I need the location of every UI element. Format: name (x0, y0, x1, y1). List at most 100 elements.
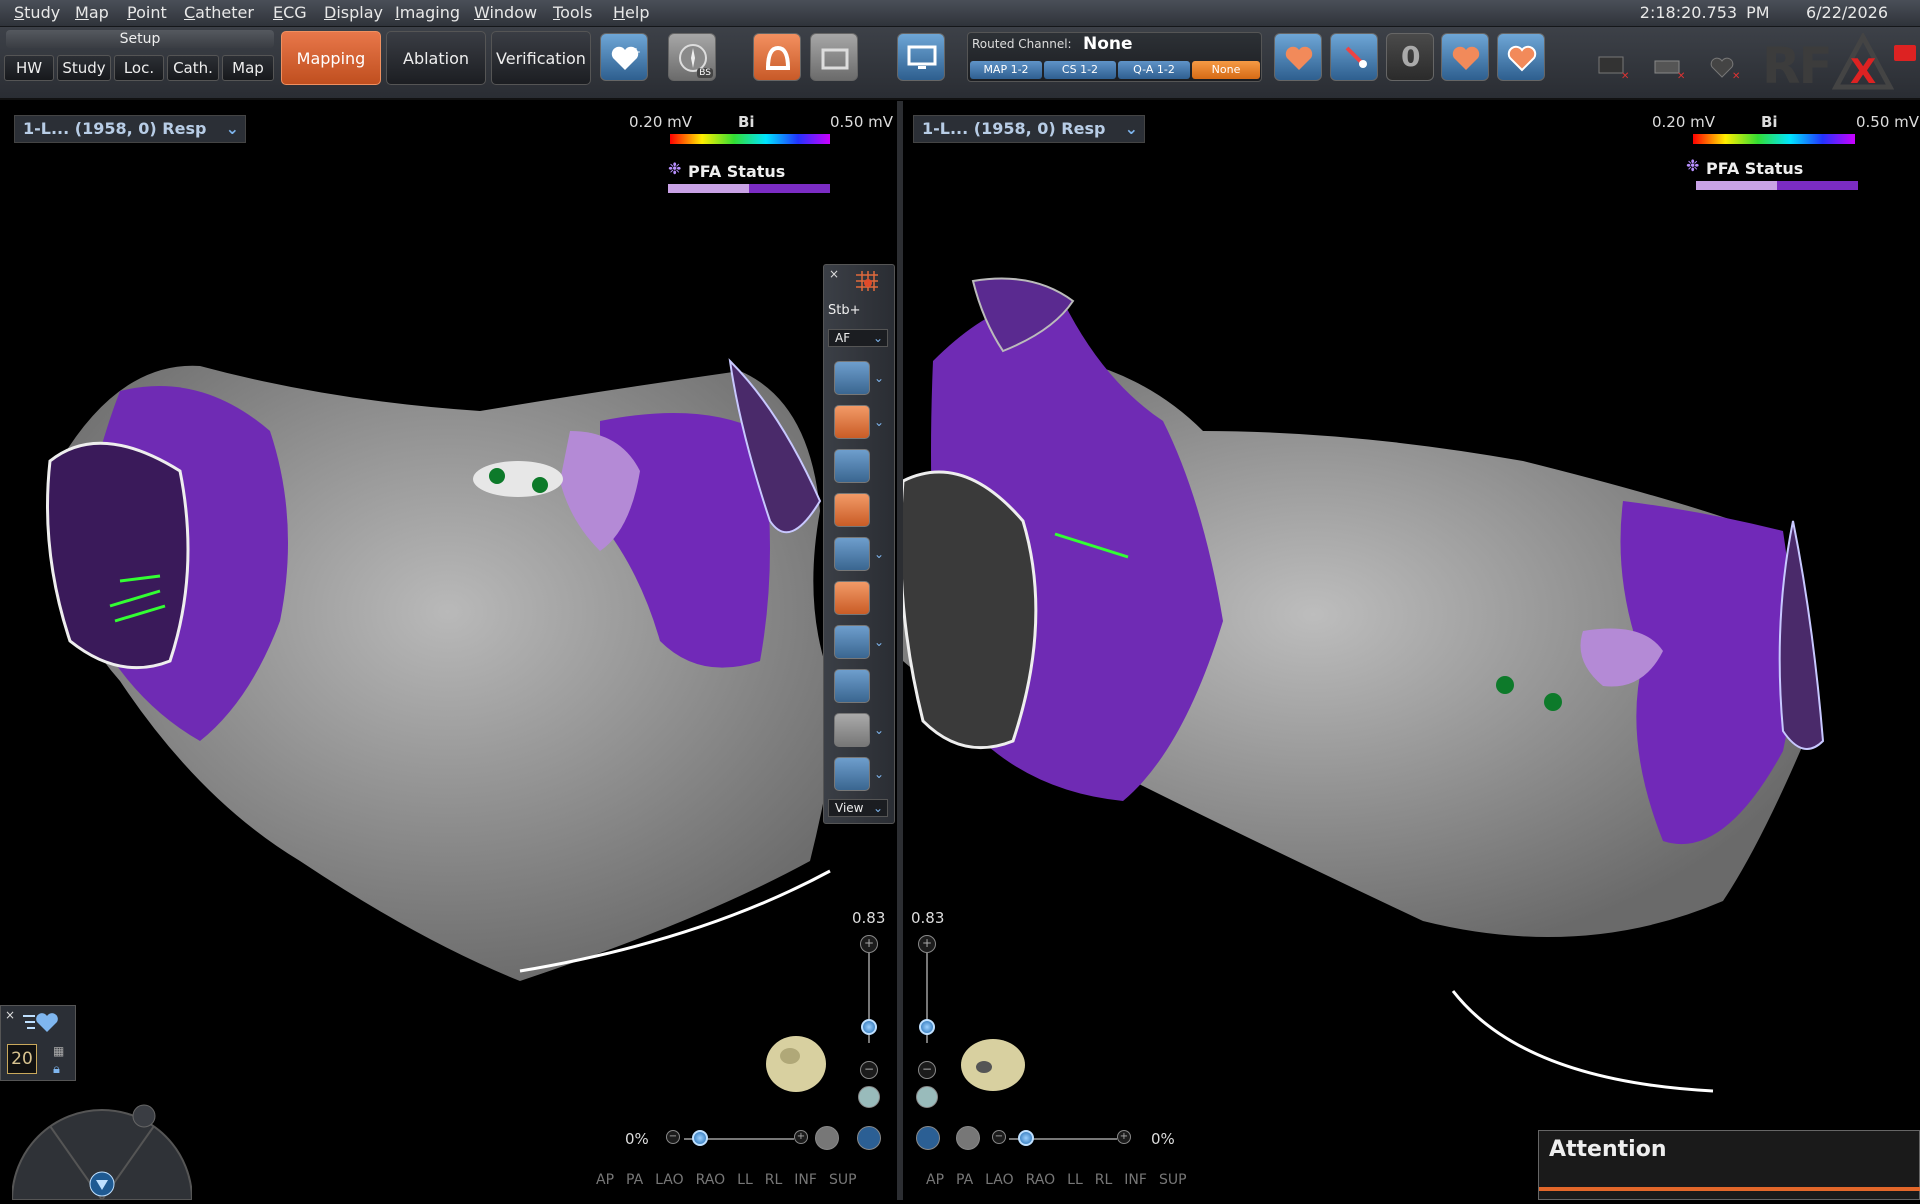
channel-none-button[interactable]: None (1192, 61, 1260, 79)
color-map-icon[interactable] (834, 405, 870, 439)
opacity-increase-button[interactable]: + (1117, 1130, 1131, 1144)
view-select[interactable]: View ⌄ (828, 799, 888, 817)
rotate-view-icon[interactable] (857, 1126, 881, 1150)
chevron-down-icon[interactable]: ⌄ (874, 767, 884, 781)
menu-tools[interactable]: Tools (553, 3, 592, 22)
mode-verification-button[interactable]: Verification (491, 31, 591, 85)
menu-window[interactable]: Window (474, 3, 537, 22)
orientation-heart-icon[interactable] (958, 1033, 1028, 1095)
heart-reset-icon[interactable] (916, 1086, 938, 1108)
transparency-icon[interactable] (956, 1126, 980, 1150)
snapshot-icon[interactable] (810, 33, 858, 81)
zoom-slider-knob[interactable] (861, 1019, 877, 1035)
right-anatomy-render[interactable] (903, 101, 1920, 1200)
view-sup[interactable]: SUP (829, 1172, 857, 1188)
menu-ecg[interactable]: ECG (273, 3, 307, 22)
view-rao[interactable]: RAO (696, 1172, 726, 1188)
view-ll[interactable]: LL (737, 1172, 753, 1188)
zoom-slider-knob[interactable] (919, 1019, 935, 1035)
dot-grid-icon[interactable] (834, 537, 870, 571)
transparency-icon[interactable] (815, 1126, 839, 1150)
right-map-viewport[interactable]: 1-L... (1958, 0) Resp ⌄ 0.20 mV Bi 0.50 … (903, 101, 1920, 1200)
ruler-icon[interactable] (834, 757, 870, 791)
navigation-wheel[interactable] (10, 1098, 194, 1201)
heart-location-icon[interactable] (1441, 33, 1489, 81)
menu-display[interactable]: Display (324, 3, 383, 22)
heart-reset-icon[interactable] (858, 1086, 880, 1108)
rotate-view-icon[interactable] (916, 1126, 940, 1150)
zoom-in-button[interactable]: + (860, 935, 878, 953)
setup-cath-button[interactable]: Cath. (167, 55, 219, 81)
orientation-heart-icon[interactable] (760, 1026, 832, 1098)
chevron-down-icon[interactable]: ⌄ (874, 635, 884, 649)
opacity-increase-button[interactable]: + (794, 1130, 808, 1144)
view-inf[interactable]: INF (794, 1172, 817, 1188)
mode-mapping-button[interactable]: Mapping (281, 31, 381, 85)
chevron-down-icon[interactable]: ⌄ (874, 723, 884, 737)
tag-points-icon[interactable] (834, 493, 870, 527)
grid-icon[interactable]: ▦ (53, 1044, 64, 1058)
chevron-down-icon[interactable]: ⌄ (874, 547, 884, 561)
channel-qa-button[interactable]: Q-A 1-2 (1118, 61, 1190, 79)
attention-panel[interactable]: Attention (1538, 1130, 1920, 1200)
view-ap[interactable]: AP (596, 1172, 614, 1188)
spheres-icon[interactable] (834, 449, 870, 483)
opacity-decrease-button[interactable]: − (992, 1130, 1006, 1144)
map-selector[interactable]: 1-L... (1958, 0) Resp ⌄ (14, 115, 246, 143)
menu-map[interactable]: Map (75, 3, 109, 22)
view-inf[interactable]: INF (1124, 1172, 1147, 1188)
ring-icon[interactable] (834, 625, 870, 659)
menu-study[interactable]: Study (14, 3, 60, 22)
catheter-shape-icon[interactable] (753, 33, 801, 81)
chevron-down-icon[interactable]: ⌄ (1125, 116, 1138, 142)
chevron-down-icon[interactable]: ⌄ (226, 116, 239, 142)
zoom-out-button[interactable]: − (918, 1061, 936, 1079)
pin-tool-icon[interactable] (1330, 33, 1378, 81)
rainbow-ring-icon[interactable] (834, 669, 870, 703)
heart-settings-icon[interactable] (1497, 33, 1545, 81)
heart-tool-icon[interactable] (1274, 33, 1322, 81)
catheter-tool-icon[interactable] (834, 581, 870, 615)
view-pa[interactable]: PA (626, 1172, 643, 1188)
step-close-icon[interactable]: × (5, 1008, 15, 1022)
mode-ablation-button[interactable]: Ablation (386, 31, 486, 85)
view-ll[interactable]: LL (1067, 1172, 1083, 1188)
view-rao[interactable]: RAO (1026, 1172, 1056, 1188)
menu-point[interactable]: Point (127, 3, 167, 22)
setup-map-button[interactable]: Map (222, 55, 274, 81)
red-dots-icon[interactable] (834, 713, 870, 747)
lock-icon[interactable]: 🔒︎ (53, 1062, 60, 1077)
view-lao[interactable]: LAO (985, 1172, 1013, 1188)
setup-study-button[interactable]: Study (57, 55, 111, 81)
view-sup[interactable]: SUP (1159, 1172, 1187, 1188)
view-rl[interactable]: RL (765, 1172, 783, 1188)
chevron-down-icon[interactable]: ⌄ (874, 415, 884, 429)
rhythm-select[interactable]: AF ⌄ (828, 329, 888, 347)
view-pa[interactable]: PA (956, 1172, 973, 1188)
zoom-in-button[interactable]: + (918, 935, 936, 953)
opacity-slider-knob[interactable] (692, 1130, 708, 1146)
opacity-slider-knob[interactable] (1018, 1130, 1034, 1146)
view-rl[interactable]: RL (1095, 1172, 1113, 1188)
view-ap[interactable]: AP (926, 1172, 944, 1188)
view-lao[interactable]: LAO (655, 1172, 683, 1188)
points-cluster-icon[interactable] (834, 361, 870, 395)
map-selector[interactable]: 1-L... (1958, 0) Resp ⌄ (913, 115, 1145, 143)
zoom-out-button[interactable]: − (860, 1061, 878, 1079)
step-value[interactable]: 20 (7, 1044, 37, 1074)
monitor-display-icon[interactable] (897, 33, 945, 81)
setup-hw-button[interactable]: HW (4, 55, 54, 81)
menu-imaging[interactable]: Imaging (395, 3, 460, 22)
menu-help[interactable]: Help (613, 3, 649, 22)
grid-tool-icon[interactable] (854, 269, 880, 293)
add-heart-icon[interactable]: + (600, 33, 648, 81)
opacity-decrease-button[interactable]: − (666, 1130, 680, 1144)
palette-close-button[interactable]: × (829, 267, 839, 281)
setup-loc-button[interactable]: Loc. (114, 55, 164, 81)
channel-map-button[interactable]: MAP 1-2 (970, 61, 1042, 79)
bs-compass-icon[interactable]: BS (668, 33, 716, 81)
menu-catheter[interactable]: Catheter (184, 3, 254, 22)
left-map-viewport[interactable]: 1-L... (1958, 0) Resp ⌄ 0.20 mV Bi 0.50 … (0, 101, 897, 1200)
channel-cs-button[interactable]: CS 1-2 (1044, 61, 1116, 79)
heart-list-icon[interactable] (21, 1010, 59, 1036)
